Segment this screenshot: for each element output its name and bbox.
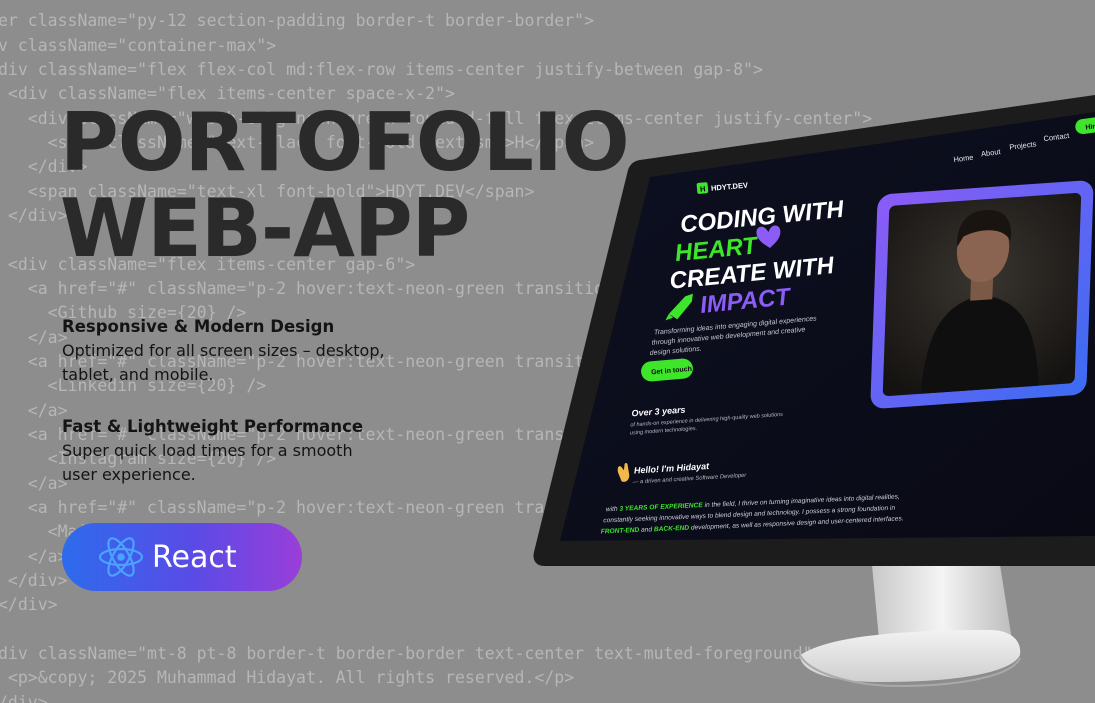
screen-bio-text: with	[606, 506, 620, 514]
screen-nav-hire-label: Hire	[1085, 123, 1095, 132]
screen-logo-letter: H	[700, 184, 706, 193]
screen-bio-text: and	[639, 526, 654, 534]
monitor: Home About Projects Contact Hire H HDYT.…	[533, 95, 1095, 566]
hero-photo	[870, 180, 1094, 409]
